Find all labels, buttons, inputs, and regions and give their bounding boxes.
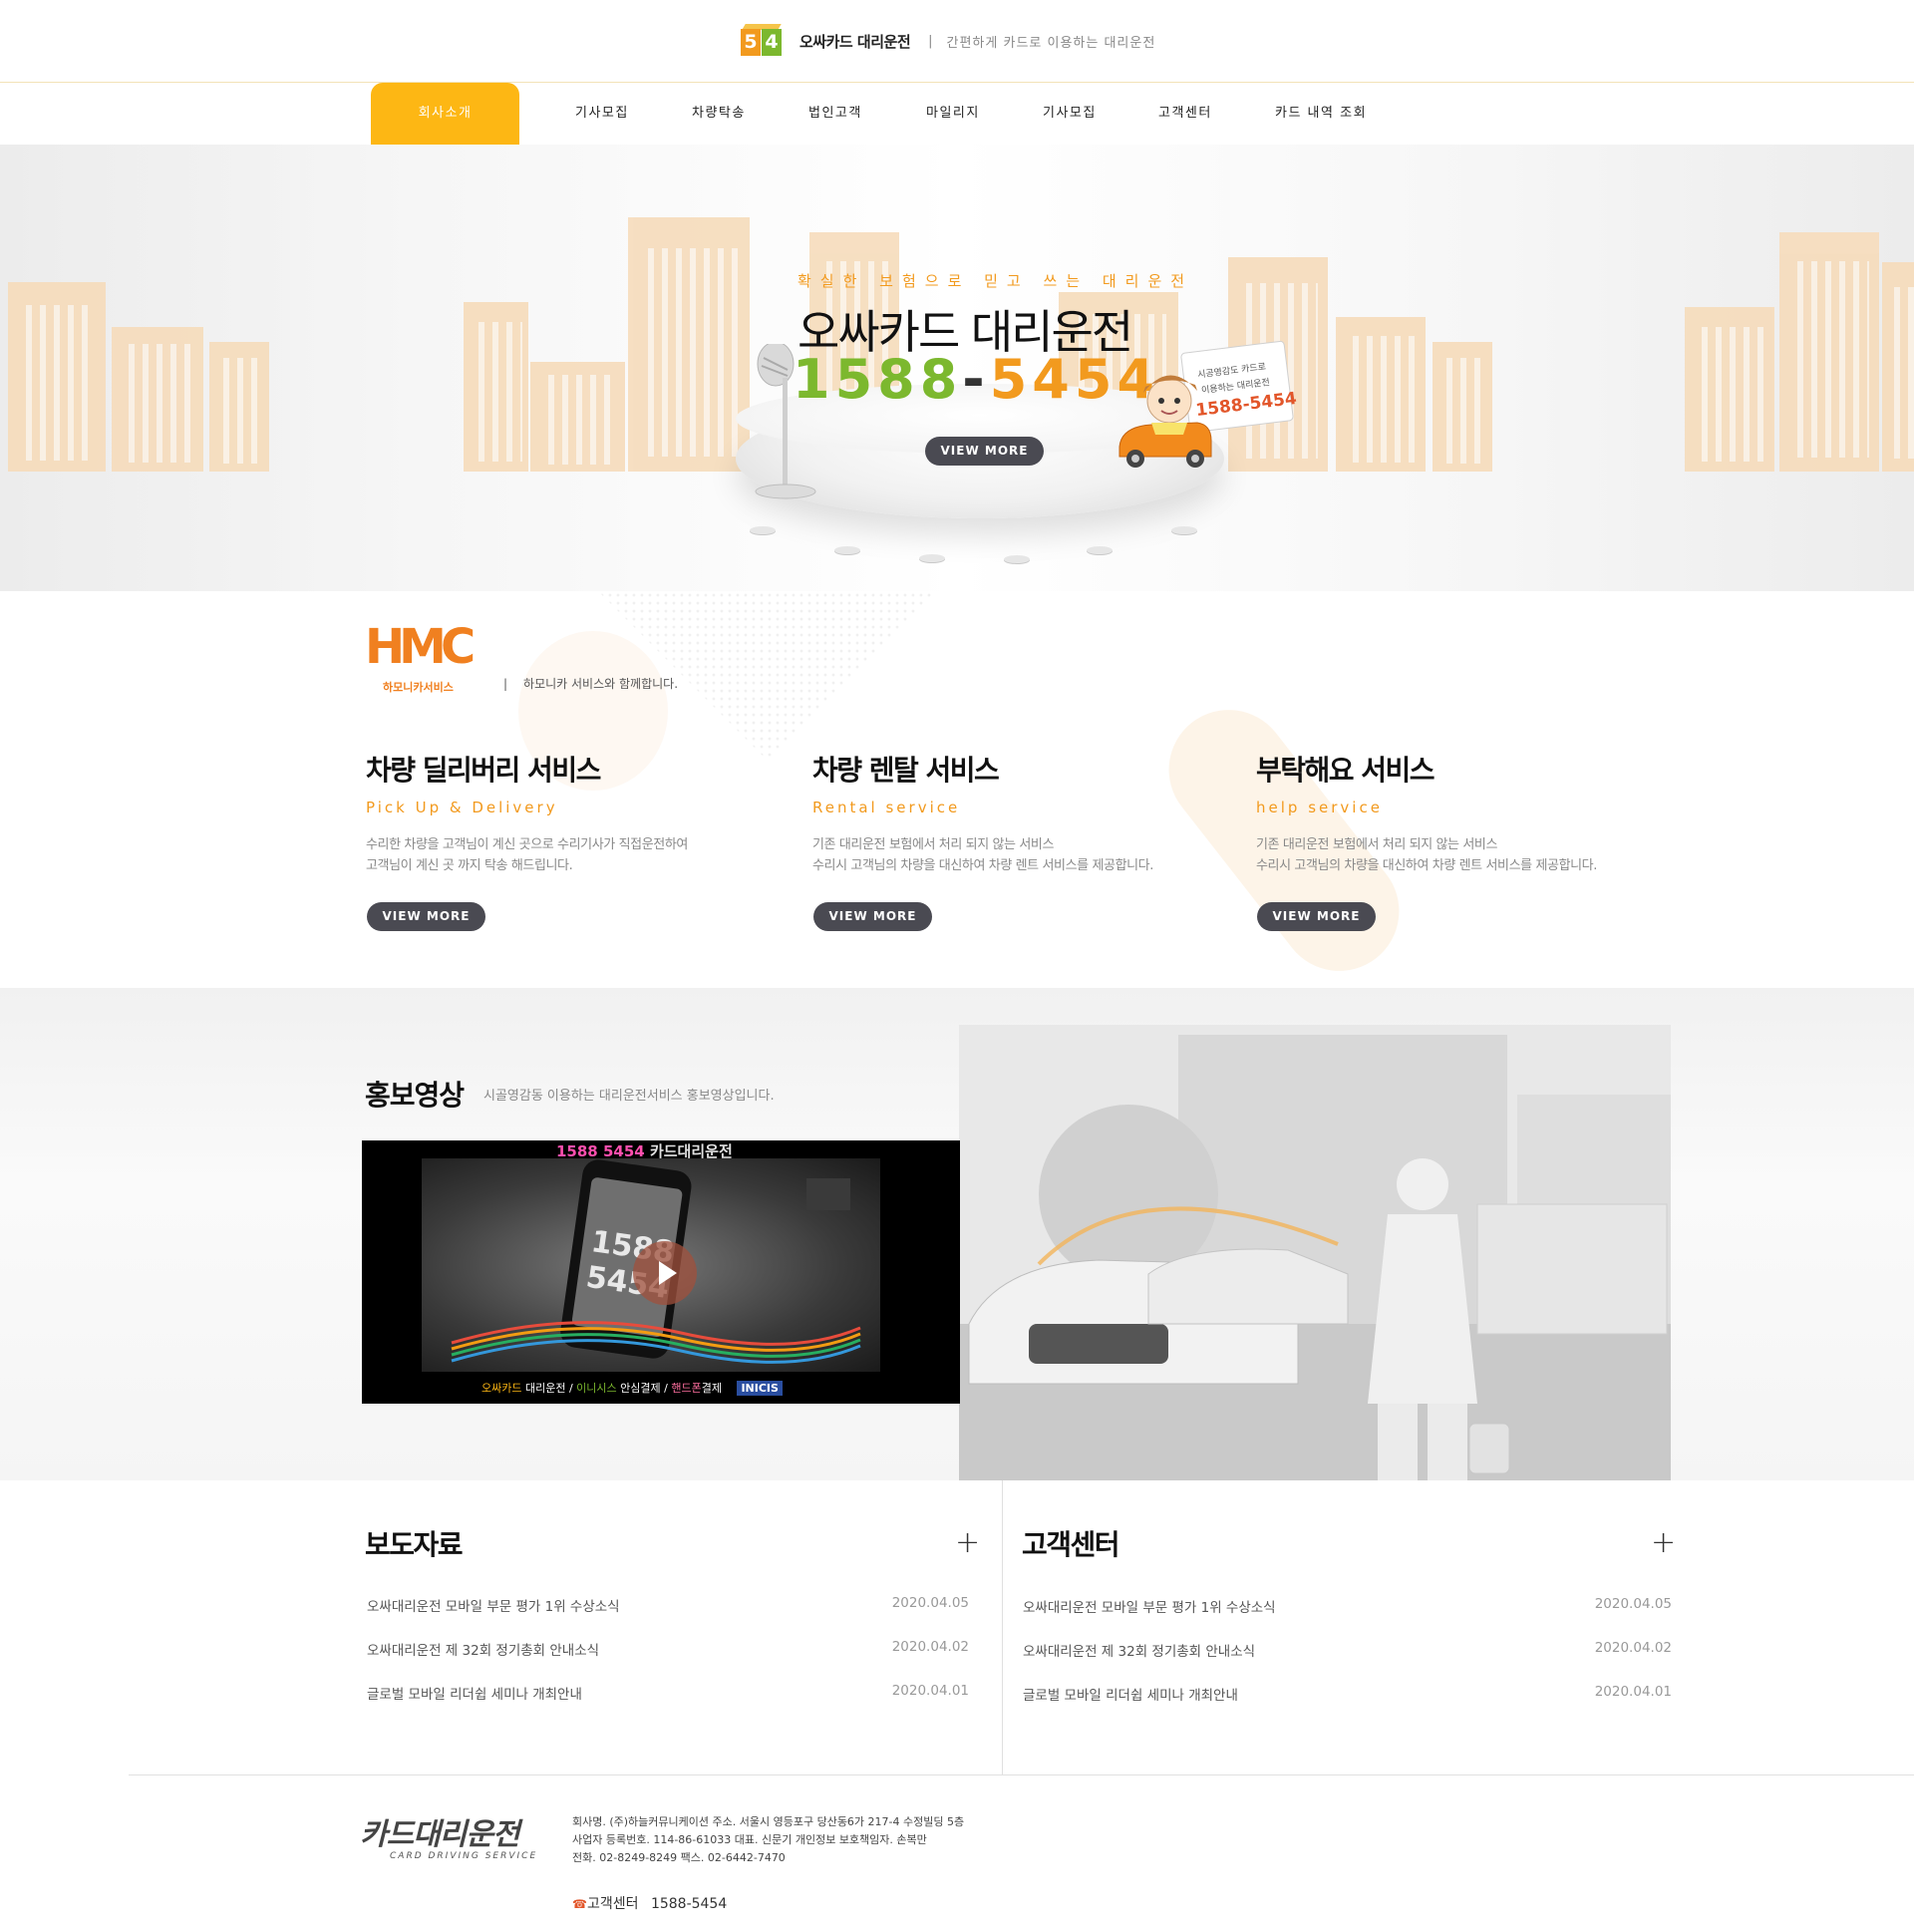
service-delivery-view-more-button[interactable]: VIEW MORE — [367, 902, 485, 931]
brand-name: 오싸카드 대리운전 — [799, 32, 911, 51]
promo-video-player[interactable]: 1588 5454 1588 5454 카드대리운전 오싸카드 대리운전 / 이… — [362, 1140, 960, 1404]
nav-item-driver-recruit-2[interactable]: 기사모집 — [1043, 83, 1097, 145]
promo-desc: 시골영감동 이용하는 대리운전서비스 홍보영상입니다. — [483, 1089, 775, 1104]
service-help: 부탁해요 서비스 help service 기존 대리운전 보험에서 처리 되지… — [1256, 749, 1597, 876]
service-desc: 기존 대리운전 보험에서 처리 되지 않는 서비스 수리시 고객님의 차량을 대… — [812, 837, 1153, 873]
press-row[interactable]: 오싸대리운전 모바일 부문 평가 1위 수상소식 2020.04.05 — [367, 1595, 969, 1619]
partner-line: | 하모니카 서비스와 함께합니다. — [503, 677, 679, 691]
service-desc: 기존 대리운전 보험에서 처리 되지 않는 서비스 수리시 고객님의 차량을 대… — [1256, 837, 1597, 873]
hero-view-more-button[interactable]: VIEW MORE — [925, 437, 1044, 466]
service-delivery: 차량 딜리버리 서비스 Pick Up & Delivery 수리한 차량을 고… — [366, 749, 688, 876]
footer-logo[interactable]: 카드대리운전 — [360, 1809, 520, 1853]
cs-title: 고객센터 — [1022, 1528, 1120, 1561]
street-scene-illustration — [959, 1025, 1671, 1480]
cs-row[interactable]: 오싸대리운전 모바일 부문 평가 1위 수상소식 2020.04.05 — [1023, 1596, 1672, 1620]
nav-item-card-history[interactable]: 카드 내역 조회 — [1275, 83, 1367, 145]
hero-kicker: 확실한 보험으로 믿고 쓰는 대리운전 — [798, 272, 1194, 290]
services-section: HMC 하모니카서비스 | 하모니카 서비스와 함께합니다. 차량 딜리버리 서비… — [0, 591, 1914, 988]
service-subtitle: Pick Up & Delivery — [366, 799, 558, 816]
nav-item-company[interactable]: 회사소개 — [371, 83, 519, 145]
cs-row[interactable]: 글로벌 모바일 리더쉽 세미나 개최안내 2020.04.01 — [1023, 1684, 1672, 1708]
service-title: 차량 딜리버리 서비스 — [366, 754, 601, 787]
promo-title: 홍보영상 — [365, 1079, 465, 1112]
service-title: 부탁해요 서비스 — [1256, 754, 1436, 787]
nav-item-mileage[interactable]: 마일리지 — [926, 83, 980, 145]
nav-item-driver-recruit[interactable]: 기사모집 — [575, 83, 629, 145]
phone-icon: ☎ — [572, 1897, 587, 1911]
hero-phone: 1588-5454 — [793, 348, 1160, 411]
service-rental-view-more-button[interactable]: VIEW MORE — [813, 902, 932, 931]
service-help-view-more-button[interactable]: VIEW MORE — [1257, 902, 1376, 931]
hmc-logo: HMC 하모니카서비스 — [365, 619, 476, 694]
company-info: 회사명. (주)하늘커뮤니케이션 주소. 서울시 영등포구 당산동6가 217-… — [572, 1815, 965, 1864]
brand-separator: | — [928, 33, 933, 49]
footer-logo-sub: CARD DRIVING SERVICE — [390, 1851, 538, 1861]
mascot-car-illustration: 시공영감도 카드로 이용하는 대리운전 1588-5454 — [1118, 340, 1298, 468]
site-footer: 카드대리운전 CARD DRIVING SERVICE 회사명. (주)하늘커뮤… — [129, 1774, 1914, 1932]
nav-item-car-delivery[interactable]: 차량탁송 — [692, 83, 746, 145]
service-title: 차량 렌탈 서비스 — [812, 754, 1000, 787]
cs-row[interactable]: 오싸대리운전 제 32회 정기총회 안내소식 2020.04.02 — [1023, 1640, 1672, 1664]
nav-item-customer-center[interactable]: 고객센터 — [1158, 83, 1212, 145]
service-subtitle: Rental service — [812, 799, 961, 816]
main-nav: 회사소개 기사모집 차량탁송 법인고객 마일리지 기사모집 고객센터 카드 내역… — [0, 83, 1914, 145]
footer-phone: 1588-5454 — [650, 1896, 728, 1912]
logo-icon: 5 4 — [741, 24, 783, 58]
site-header: 5 4 오싸카드 대리운전 | 간편하게 카드로 이용하는 대리운전 — [0, 0, 1914, 83]
footer-customer-center: ☎고객센터 1588-5454 — [572, 1896, 728, 1912]
cs-more-button[interactable]: + — [1651, 1525, 1676, 1560]
press-more-button[interactable]: + — [955, 1525, 980, 1560]
brand[interactable]: 5 4 오싸카드 대리운전 | 간편하게 카드로 이용하는 대리운전 — [741, 24, 1155, 58]
service-rental: 차량 렌탈 서비스 Rental service 기존 대리운전 보험에서 처리… — [812, 749, 1153, 876]
press-row[interactable]: 오싸대리운전 제 32회 정기총회 안내소식 2020.04.02 — [367, 1639, 969, 1663]
news-section: 보도자료 + 오싸대리운전 모바일 부문 평가 1위 수상소식 2020.04.0… — [0, 1480, 1914, 1774]
promo-section: 홍보영상 시골영감동 이용하는 대리운전서비스 홍보영상입니다. 1588 54… — [0, 988, 1914, 1480]
service-subtitle: help service — [1256, 799, 1383, 816]
service-desc: 수리한 차량을 고객님이 계신 곳으로 수리기사가 직접운전하여 고객님이 계신… — [366, 837, 688, 873]
nav-item-corporate[interactable]: 법인고객 — [808, 83, 862, 145]
press-title: 보도자료 — [365, 1528, 464, 1561]
play-icon[interactable] — [633, 1241, 697, 1305]
video-caption: 오싸카드 대리운전 / 이니시스 안심결제 / 핸드폰결제 INICIS — [481, 1380, 783, 1396]
hero-banner: 확실한 보험으로 믿고 쓰는 대리운전 오싸카드 대리운전 1588-5454 … — [0, 145, 1914, 591]
video-title-overlay: 1588 5454 카드대리운전 — [556, 1142, 733, 1160]
column-divider — [1002, 1480, 1003, 1774]
brand-tagline: 간편하게 카드로 이용하는 대리운전 — [946, 35, 1156, 51]
press-row[interactable]: 글로벌 모바일 리더쉽 세미나 개최안내 2020.04.01 — [367, 1683, 969, 1707]
